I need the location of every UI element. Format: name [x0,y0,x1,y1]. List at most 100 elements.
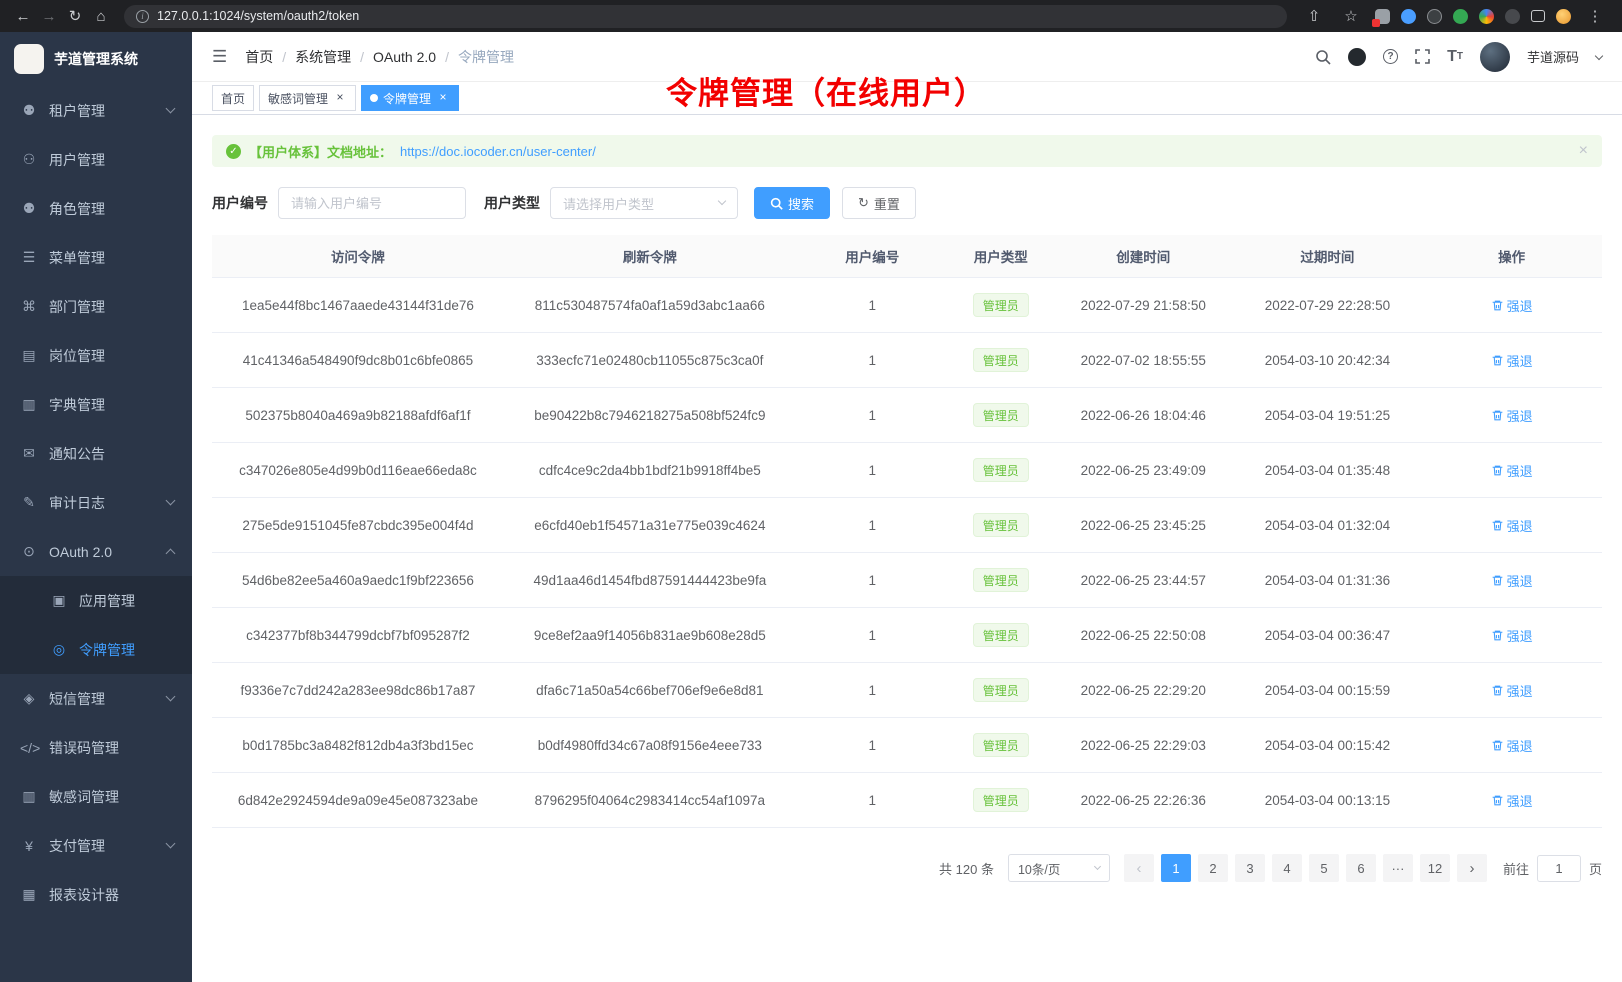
sidebar-item-dept[interactable]: ⌘ 部门管理 [0,282,192,331]
sidebar-item-tenant[interactable]: ⚉ 租户管理 [0,86,192,135]
bookmark-star-icon[interactable]: ☆ [1338,7,1364,25]
table-row: 6d842e2924594de9a09e45e087323abe 8796295… [212,773,1602,828]
prev-page-button[interactable]: ‹ [1124,854,1154,882]
extension-icon[interactable] [1479,9,1494,24]
help-icon[interactable]: ? [1383,49,1398,64]
sidebar-item-sensitive[interactable]: ▥ 敏感词管理 [0,772,192,821]
extension-icon[interactable] [1505,9,1520,24]
page-number[interactable]: 1 [1161,854,1191,882]
action-cell: 强退 [1421,553,1602,608]
font-size-icon[interactable]: TT [1447,48,1463,66]
sidebar-menu: ⚉ 租户管理 ⚇ 用户管理 ⚉ 角色管理 ☰ 菜单管理 ⌘ 部门管理 ▤ 岗位管… [0,86,192,982]
search-icon[interactable] [1315,49,1331,65]
table-row: 54d6be82ee5a460a9aedc1f9bf223656 49d1aa4… [212,553,1602,608]
force-logout-button[interactable]: 强退 [1491,296,1533,315]
username[interactable]: 芋道源码 [1527,47,1579,66]
user-type-cell: 管理员 [949,773,1053,828]
page-number[interactable]: 6 [1346,854,1376,882]
user-type-cell: 管理员 [949,498,1053,553]
site-info-icon[interactable]: i [136,10,149,23]
refresh-token-cell: b0df4980ffd34c67a08f9156e4eee733 [504,718,796,773]
chevron-icon [166,496,176,506]
force-logout-button[interactable]: 强退 [1491,736,1533,755]
user-avatar[interactable] [1480,42,1510,72]
sidebar-item-post[interactable]: ▤ 岗位管理 [0,331,192,380]
sidebar-item-report[interactable]: ▦ 报表设计器 [0,870,192,919]
sidebar-item-audit[interactable]: ✎ 审计日志 [0,478,192,527]
breadcrumb-item[interactable]: OAuth 2.0 [373,49,436,65]
force-logout-button[interactable]: 强退 [1491,791,1533,810]
extension-icon[interactable] [1427,9,1442,24]
access-token-cell: c347026e805e4d99b0d116eae66eda8c [212,443,504,498]
reset-button[interactable]: ↻ 重置 [842,187,916,219]
page-number[interactable]: 2 [1198,854,1228,882]
reload-icon[interactable]: ↻ [62,7,88,25]
breadcrumb-item[interactable]: 系统管理 [295,47,351,67]
sidebar-item-oauth2-app[interactable]: ▣ 应用管理 [0,576,192,625]
chevron-down-icon[interactable] [1595,51,1603,59]
sidebar-item-dict[interactable]: ▥ 字典管理 [0,380,192,429]
alert-close-icon[interactable]: × [1579,142,1588,160]
force-logout-button[interactable]: 强退 [1491,351,1533,370]
user-id-input[interactable] [278,187,466,219]
github-icon[interactable] [1348,48,1366,66]
goto-page-input[interactable] [1537,855,1581,882]
sidebar-item-user[interactable]: ⚇ 用户管理 [0,135,192,184]
sidebar-item-pay[interactable]: ¥ 支付管理 [0,821,192,870]
app-logo[interactable]: 芋道管理系统 [0,32,192,86]
sidebar-item-notice[interactable]: ✉ 通知公告 [0,429,192,478]
force-logout-button[interactable]: 强退 [1491,681,1533,700]
logo-image [14,44,44,74]
forward-icon[interactable]: → [36,8,62,25]
page-number[interactable]: ··· [1383,854,1413,882]
page-number[interactable]: 5 [1309,854,1339,882]
access-token-cell: c342377bf8b344799dcbf7bf095287f2 [212,608,504,663]
column-header: 操作 [1421,235,1602,278]
hamburger-icon[interactable]: ☰ [212,47,227,67]
refresh-token-cell: 9ce8ef2aa9f14056b831ae9b608e28d5 [504,608,796,663]
action-cell: 强退 [1421,498,1602,553]
user-type-select[interactable]: 请选择用户类型 [550,187,738,219]
tab[interactable]: 令牌管理 × [361,85,459,111]
force-logout-button[interactable]: 强退 [1491,571,1533,590]
sidebar-item-menu[interactable]: ☰ 菜单管理 [0,233,192,282]
page-number[interactable]: 3 [1235,854,1265,882]
tab[interactable]: 首页 [212,85,254,111]
user-type-cell: 管理员 [949,718,1053,773]
force-logout-button[interactable]: 强退 [1491,516,1533,535]
extension-icon[interactable] [1453,9,1468,24]
sidebar-item-role[interactable]: ⚉ 角色管理 [0,184,192,233]
extension-icon[interactable] [1401,9,1416,24]
fullscreen-icon[interactable] [1415,49,1430,64]
share-icon[interactable]: ⇧ [1301,7,1327,25]
tab[interactable]: 敏感词管理 × [259,85,356,111]
tab-close-icon[interactable]: × [436,91,450,105]
tab-close-icon[interactable]: × [333,91,347,105]
back-icon[interactable]: ← [10,8,36,25]
page-number[interactable]: 4 [1272,854,1302,882]
search-button[interactable]: 搜索 [754,187,830,219]
extension-puzzle-icon[interactable] [1375,9,1390,24]
sidebar-item-oauth2-token[interactable]: ◎ 令牌管理 [0,625,192,674]
chevron-icon [166,839,176,849]
browser-profile-avatar[interactable] [1556,9,1571,24]
page-number[interactable]: 12 [1420,854,1450,882]
sidebar-item-errcode[interactable]: </> 错误码管理 [0,723,192,772]
sidebar-item-sms[interactable]: ◈ 短信管理 [0,674,192,723]
next-page-button[interactable]: › [1457,854,1487,882]
side-panel-icon[interactable] [1531,10,1545,22]
force-logout-button[interactable]: 强退 [1491,461,1533,480]
page-size-select[interactable]: 10条/页 [1008,854,1110,882]
user-type-cell: 管理员 [949,663,1053,718]
force-logout-button[interactable]: 强退 [1491,406,1533,425]
breadcrumb-item[interactable]: 首页 [245,47,273,67]
home-icon[interactable]: ⌂ [88,8,114,25]
menu-dots-icon[interactable]: ⋮ [1582,7,1608,25]
sidebar-item-oauth2[interactable]: ⊙ OAuth 2.0 [0,527,192,576]
url-bar[interactable]: i 127.0.0.1:1024/system/oauth2/token [124,5,1287,28]
table-row: c342377bf8b344799dcbf7bf095287f2 9ce8ef2… [212,608,1602,663]
chevron-down-icon [1094,862,1101,869]
alert-link[interactable]: https://doc.iocoder.cn/user-center/ [400,144,596,159]
action-cell: 强退 [1421,718,1602,773]
force-logout-button[interactable]: 强退 [1491,626,1533,645]
